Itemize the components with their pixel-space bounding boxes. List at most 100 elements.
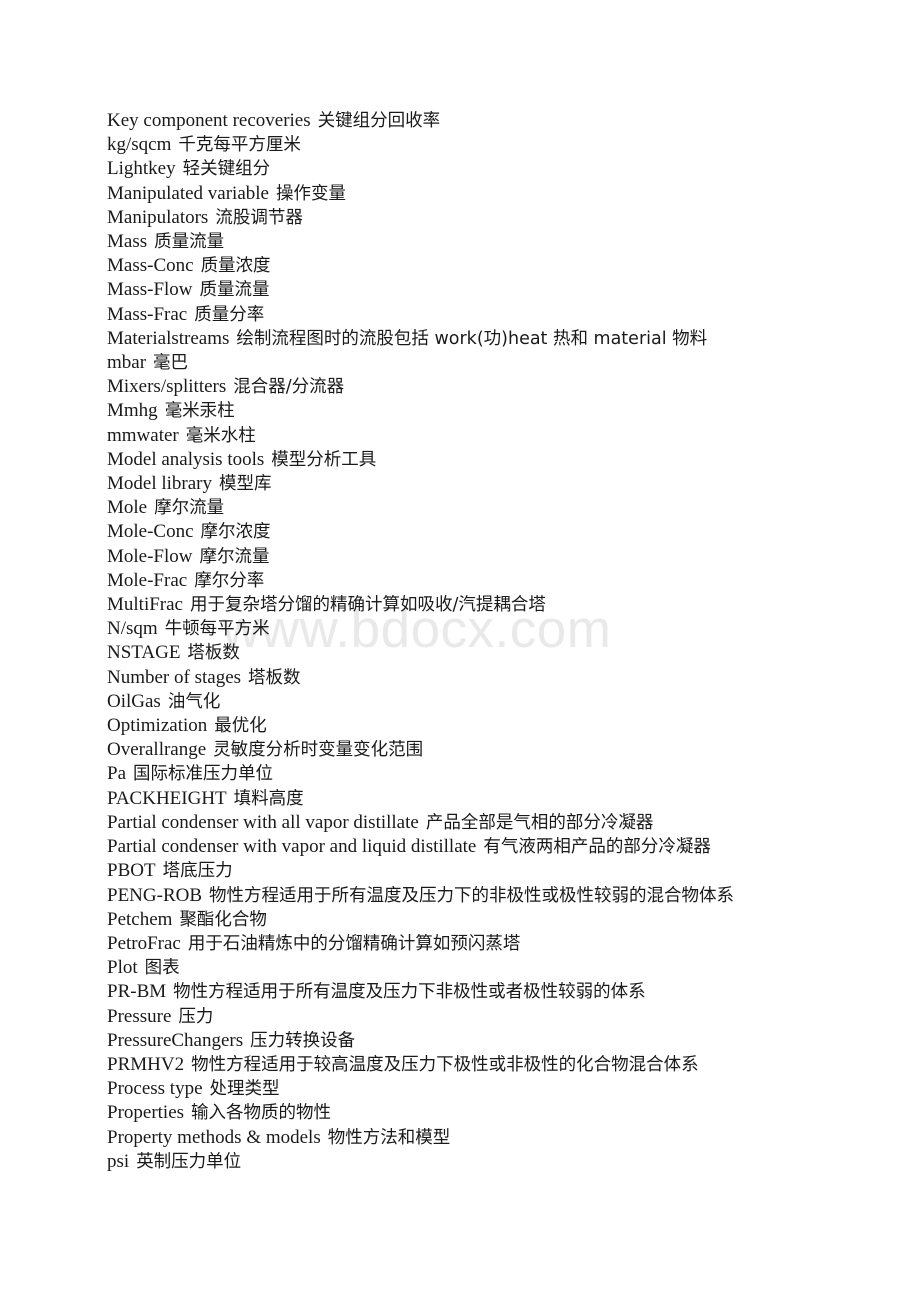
glossary-entry: OilGas 油气化 bbox=[107, 690, 837, 714]
glossary-term: Property methods & models bbox=[107, 1126, 321, 1148]
glossary-entry: Properties 输入各物质的物性 bbox=[107, 1101, 837, 1125]
glossary-term: N/sqm bbox=[107, 618, 158, 640]
glossary-entry: Manipulators 流股调节器 bbox=[107, 206, 837, 230]
glossary-gloss: 物性方程适用于所有温度及压力下的非极性或极性较弱的混合物体系 bbox=[209, 885, 735, 906]
glossary-entry: Mole-Frac 摩尔分率 bbox=[107, 569, 837, 593]
glossary-term: Partial condenser with all vapor distill… bbox=[107, 811, 419, 833]
glossary-entry: Materialstreams 绘制流程图时的流股包括 work(功)heat 热… bbox=[107, 327, 837, 351]
glossary-term: Manipulated variable bbox=[107, 182, 269, 204]
glossary-term: Properties bbox=[107, 1102, 185, 1124]
glossary-gloss: 物性方程适用于所有温度及压力下非极性或者极性较弱的体系 bbox=[173, 982, 646, 1003]
glossary-gloss: 绘制流程图时的流股包括 work(功)heat 热和 material 物料 bbox=[236, 328, 708, 349]
glossary-gloss: 摩尔流量 bbox=[154, 498, 225, 519]
glossary-gloss: 灵敏度分析时变量变化范围 bbox=[213, 740, 424, 761]
glossary-gloss: 英制压力单位 bbox=[136, 1151, 242, 1172]
glossary-gloss: 毫米水柱 bbox=[185, 425, 256, 446]
glossary-entry: PRMHV2 物性方程适用于较高温度及压力下极性或非极性的化合物混合体系 bbox=[107, 1053, 837, 1077]
glossary-term: Key component recoveries bbox=[107, 110, 311, 131]
glossary-gloss: 物性方程适用于较高温度及压力下极性或非极性的化合物混合体系 bbox=[191, 1054, 699, 1075]
glossary-entry: Plot 图表 bbox=[107, 956, 837, 980]
glossary-entry: Mass 质量流量 bbox=[107, 230, 837, 254]
glossary-term: Plot bbox=[107, 957, 138, 979]
glossary-gloss: 处理类型 bbox=[209, 1079, 280, 1100]
glossary-entry: Manipulated variable 操作变量 bbox=[107, 182, 837, 206]
glossary-gloss: 塔底压力 bbox=[162, 861, 233, 882]
glossary-entry: Pressure 压力 bbox=[107, 1005, 837, 1029]
document-page: www.bdocx.com Key component recoveries 关键… bbox=[0, 0, 920, 1302]
glossary-gloss: 有气液两相产品的部分冷凝器 bbox=[483, 837, 711, 858]
glossary-term: NSTAGE bbox=[107, 642, 181, 664]
glossary-entry: PR-BM 物性方程适用于所有温度及压力下非极性或者极性较弱的体系 bbox=[107, 980, 837, 1004]
glossary-entry: Pa 国际标准压力单位 bbox=[107, 762, 837, 786]
glossary-gloss: 最优化 bbox=[214, 716, 267, 737]
glossary-gloss: 毫巴 bbox=[153, 353, 189, 374]
glossary-gloss: 输入各物质的物性 bbox=[191, 1103, 332, 1124]
glossary-entry: Lightkey 轻关键组分 bbox=[107, 157, 837, 181]
glossary-gloss: 质量分率 bbox=[194, 304, 265, 325]
glossary-term: Mass bbox=[107, 231, 148, 253]
glossary-term: Mole-Conc bbox=[107, 521, 194, 543]
glossary-term: Materialstreams bbox=[107, 327, 230, 349]
glossary-term: Partial condenser with vapor and liquid … bbox=[107, 836, 477, 858]
glossary-term: PACKHEIGHT bbox=[107, 787, 227, 809]
glossary-entry: PetroFrac 用于石油精炼中的分馏精确计算如预闪蒸塔 bbox=[107, 932, 837, 956]
glossary-gloss: 摩尔流量 bbox=[199, 546, 270, 567]
glossary-gloss: 压力转换设备 bbox=[250, 1030, 356, 1051]
glossary-term: Number of stages bbox=[107, 666, 242, 688]
glossary-entry: Mass-Flow 质量流量 bbox=[107, 278, 837, 302]
glossary-gloss: 用于石油精炼中的分馏精确计算如预闪蒸塔 bbox=[187, 933, 521, 954]
glossary-term: Pa bbox=[107, 763, 126, 785]
glossary-term: PBOT bbox=[107, 860, 156, 882]
glossary-gloss: 物性方法和模型 bbox=[327, 1127, 451, 1148]
glossary-entry: MultiFrac 用于复杂塔分馏的精确计算如吸收/汽提耦合塔 bbox=[107, 593, 837, 617]
glossary-gloss: 千克每平方厘米 bbox=[178, 135, 301, 156]
glossary-gloss: 塔板数 bbox=[248, 667, 301, 688]
glossary-entry: Partial condenser with vapor and liquid … bbox=[107, 835, 837, 859]
glossary-gloss: 压力 bbox=[178, 1006, 214, 1027]
glossary-entry: PBOT 塔底压力 bbox=[107, 859, 837, 883]
glossary-term: Mass-Flow bbox=[107, 279, 193, 301]
glossary-term: PRMHV2 bbox=[107, 1053, 185, 1075]
glossary-entry: kg/sqcm 千克每平方厘米 bbox=[107, 133, 837, 157]
glossary-term: PR-BM bbox=[107, 981, 167, 1003]
glossary-gloss: 毫米汞柱 bbox=[164, 401, 235, 422]
glossary-entry: Mixers/splitters 混合器/分流器 bbox=[107, 375, 837, 399]
glossary-entry: Key component recoveries 关键组分回收率 bbox=[107, 109, 837, 133]
glossary-entry: N/sqm 牛顿每平方米 bbox=[107, 617, 837, 641]
glossary-term: Mixers/splitters bbox=[107, 376, 227, 398]
glossary-term: Overallrange bbox=[107, 739, 207, 761]
glossary-term: MultiFrac bbox=[107, 594, 183, 616]
glossary-term: PENG-ROB bbox=[107, 884, 203, 906]
glossary-entry: Mmhg 毫米汞柱 bbox=[107, 399, 837, 423]
glossary-term: Mole bbox=[107, 497, 148, 519]
glossary-entry: Mole 摩尔流量 bbox=[107, 496, 837, 520]
glossary-gloss: 产品全部是气相的部分冷凝器 bbox=[425, 812, 654, 833]
glossary-gloss: 国际标准压力单位 bbox=[133, 764, 273, 785]
glossary-gloss: 塔板数 bbox=[187, 643, 240, 664]
glossary-entry: Mass-Frac 质量分率 bbox=[107, 303, 837, 327]
glossary-entry: Model analysis tools 模型分析工具 bbox=[107, 448, 837, 472]
glossary-entry: Optimization 最优化 bbox=[107, 714, 837, 738]
glossary-list: Key component recoveries 关键组分回收率 kg/sqcm 千克… bbox=[107, 109, 837, 1174]
glossary-term: Lightkey bbox=[107, 158, 176, 180]
glossary-gloss: 用于复杂塔分馏的精确计算如吸收/汽提耦合塔 bbox=[190, 595, 546, 616]
glossary-entry: Overallrange 灵敏度分析时变量变化范围 bbox=[107, 738, 837, 762]
glossary-gloss: 油气化 bbox=[167, 691, 221, 712]
glossary-term: Petchem bbox=[107, 908, 173, 930]
glossary-term: Process type bbox=[107, 1078, 203, 1100]
glossary-gloss: 混合器/分流器 bbox=[233, 377, 345, 398]
glossary-term: Optimization bbox=[107, 715, 208, 737]
glossary-entry: PACKHEIGHT 填料高度 bbox=[107, 787, 837, 811]
glossary-entry: Petchem 聚酯化合物 bbox=[107, 908, 837, 932]
glossary-term: Model analysis tools bbox=[107, 448, 265, 470]
glossary-gloss: 轻关键组分 bbox=[182, 159, 271, 180]
glossary-entry: Model library 模型库 bbox=[107, 472, 837, 496]
glossary-entry: Property methods & models 物性方法和模型 bbox=[107, 1126, 837, 1150]
glossary-gloss: 摩尔浓度 bbox=[200, 522, 271, 543]
glossary-gloss: 流股调节器 bbox=[215, 207, 303, 228]
glossary-term: Mmhg bbox=[107, 400, 158, 422]
glossary-entry: Mole-Flow 摩尔流量 bbox=[107, 545, 837, 569]
glossary-entry: Mass-Conc 质量浓度 bbox=[107, 254, 837, 278]
glossary-entry: Number of stages 塔板数 bbox=[107, 666, 837, 690]
glossary-term: PetroFrac bbox=[107, 932, 181, 954]
